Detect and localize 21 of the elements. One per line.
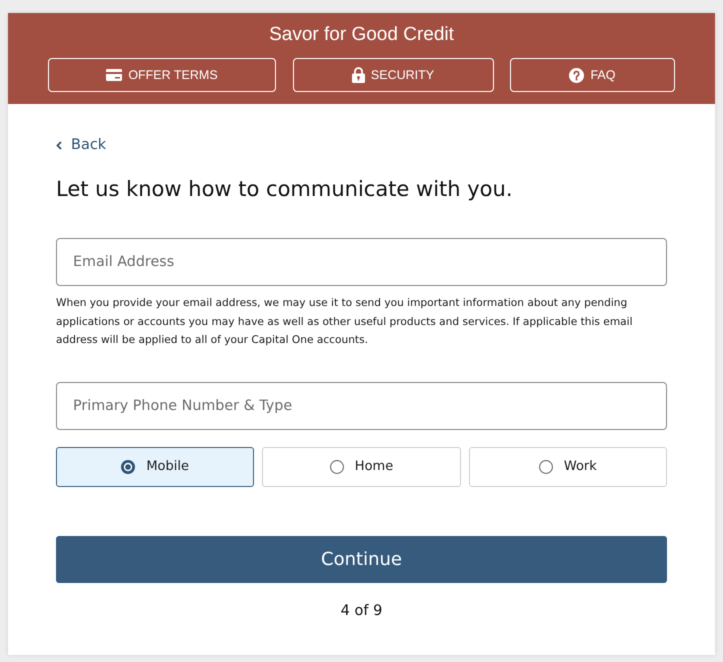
- header-button[interactable]: SECURITY: [292, 58, 494, 92]
- phone-input[interactable]: Primary Phone Number & Type: [56, 382, 667, 430]
- phone-type-option[interactable]: Home: [262, 446, 461, 486]
- header-button[interactable]: OFFER TERMS: [48, 58, 276, 92]
- continue-button[interactable]: Continue: [56, 536, 667, 582]
- email-notice: When you provide your email address, we may use it to send you important information about any pending applications or accounts you may have as well as other useful products and services. If applicable this email address will be applied to all of your Capital One accounts.: [56, 296, 634, 348]
- page-heading: Let us know how to communicate with you.: [56, 176, 514, 203]
- card-title: Savor for Good Credit: [269, 23, 454, 47]
- phone-type-option[interactable]: Work: [468, 446, 667, 486]
- radio-icon: [538, 460, 553, 474]
- credit-card-icon: [106, 69, 122, 81]
- phone-type-option[interactable]: Mobile: [56, 446, 254, 486]
- header-button[interactable]: FAQ: [510, 58, 675, 92]
- chevron-left-icon: [56, 140, 62, 150]
- email-input[interactable]: Email Address: [56, 238, 667, 286]
- radio-icon: [330, 460, 344, 474]
- lock-icon: [352, 67, 365, 83]
- step-counter: 4 of 9: [340, 602, 384, 620]
- back-link[interactable]: Back: [56, 136, 106, 154]
- radio-selected-icon: [121, 460, 136, 474]
- help-icon: [569, 68, 584, 82]
